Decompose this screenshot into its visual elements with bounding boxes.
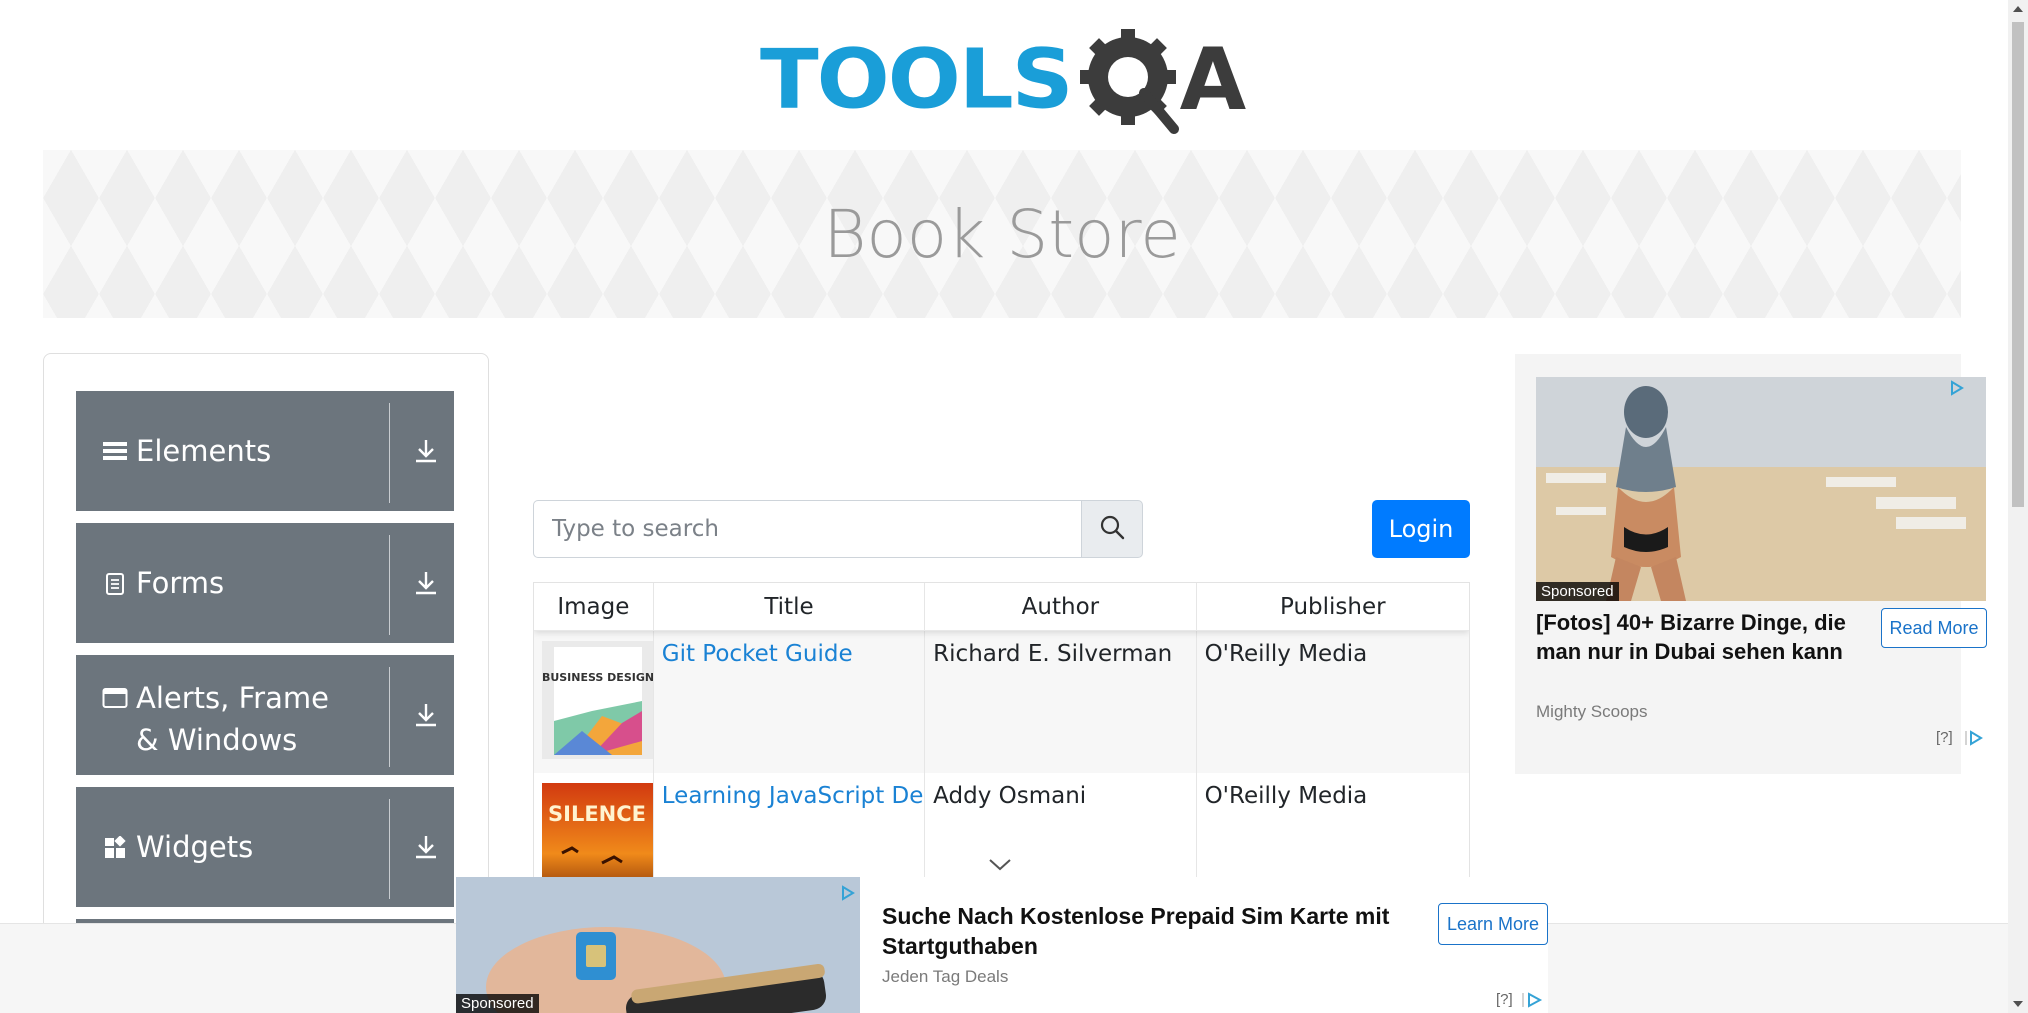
chevron-down-icon[interactable] (988, 858, 1012, 877)
divider (389, 667, 390, 767)
nav-group-label: Alerts, Frame & Windows (136, 681, 329, 757)
table-header: Image Title Author Publisher (534, 583, 1469, 631)
scroll-up-arrow-icon[interactable] (2013, 6, 2023, 12)
nav-group-label: Widgets (136, 830, 254, 864)
page-title: Book Store (823, 195, 1181, 273)
window-icon (102, 687, 128, 709)
sponsored-label: Sponsored (456, 994, 539, 1013)
download-icon[interactable] (401, 787, 451, 907)
download-icon[interactable] (401, 655, 451, 775)
ad-help-link[interactable]: [?] (1936, 729, 1953, 746)
login-button[interactable]: Login (1372, 500, 1470, 558)
read-more-button[interactable]: Read More (1881, 608, 1987, 648)
page-banner: Book Store (43, 150, 1961, 318)
column-header-title[interactable]: Title (654, 583, 926, 630)
adchoices-icon[interactable] (840, 885, 856, 906)
search-icon (1099, 514, 1125, 545)
book-publisher: O'Reilly Media (1204, 641, 1368, 667)
book-image-cell: BUSINESS DESIGN (534, 631, 654, 773)
download-icon[interactable] (401, 391, 451, 511)
book-title-cell: Learning JavaScript Design Patterns (654, 773, 926, 881)
book-author: Richard E. Silverman (925, 631, 1197, 773)
book-cover-image: SILENCE (542, 783, 653, 881)
book-cover-text: BUSINESS DESIGN (542, 671, 653, 684)
column-header-author[interactable]: Author (925, 583, 1197, 630)
ad-headline[interactable]: Suche Nach Kostenlose Prepaid Sim Karte … (882, 901, 1422, 961)
nav-group-alerts-frame-windows[interactable]: Alerts, Frame & Windows (76, 655, 454, 775)
document-icon (102, 572, 128, 596)
ad-source: Jeden Tag Deals (882, 967, 1009, 986)
column-header-image[interactable]: Image (534, 583, 654, 630)
nav-group-forms[interactable]: Forms (76, 523, 454, 643)
ad-image[interactable]: Sponsored (456, 877, 860, 1013)
book-image-cell: SILENCE (534, 773, 654, 881)
adchoices-icon[interactable] (1949, 380, 1965, 401)
logo-text-a: A (1179, 29, 1247, 130)
gear-magnifier-icon (1076, 25, 1186, 135)
widgets-icon (102, 836, 128, 860)
search-box (533, 500, 1143, 558)
table-row: BUSINESS DESIGN Git Pocket Guide Richard… (534, 631, 1469, 773)
nav-group-label: Forms (136, 566, 225, 600)
download-icon[interactable] (401, 523, 451, 643)
logo-text-tools: TOOLS (760, 32, 1074, 127)
learn-more-button[interactable]: Learn More (1438, 903, 1548, 945)
sponsored-label: Sponsored (1536, 582, 1619, 601)
book-publisher: O'Reilly Media (1204, 783, 1368, 809)
scroll-down-arrow-icon[interactable] (2013, 1001, 2023, 1007)
book-cover-image: BUSINESS DESIGN (542, 641, 653, 759)
toolsqa-logo[interactable]: TOOLS A (760, 22, 1260, 137)
search-button[interactable] (1081, 500, 1143, 558)
sponsored-ad-right[interactable]: Sponsored [Fotos] 40+ Bizarre Dinge, die… (1515, 354, 1987, 774)
books-table: Image Title Author Publisher BUSINESS DE… (533, 582, 1470, 882)
left-nav-panel: Elements Forms Alerts, Frame & Windows W… (43, 353, 489, 1013)
divider (389, 799, 390, 899)
book-author: Addy Osmani (925, 773, 1197, 881)
divider (389, 403, 390, 503)
nav-group-widgets[interactable]: Widgets (76, 787, 454, 907)
hamburger-icon (102, 440, 128, 462)
adchoices-icon[interactable] (1965, 730, 1985, 751)
scrollbar-thumb[interactable] (2012, 22, 2024, 507)
adchoices-icon[interactable] (1522, 992, 1544, 1013)
ad-source: Mighty Scoops (1536, 702, 1648, 721)
book-title-link[interactable]: Learning JavaScript Design Patterns (662, 783, 924, 809)
book-title-link[interactable]: Git Pocket Guide (662, 641, 853, 667)
book-cover-text: SILENCE (548, 802, 646, 826)
sponsored-ad-bottom[interactable]: Sponsored Suche Nach Kostenlose Prepaid … (456, 877, 1548, 1013)
search-input[interactable] (533, 500, 1081, 558)
ad-help-link[interactable]: [?] (1496, 991, 1513, 1008)
nav-group-label: Elements (136, 434, 272, 468)
page-scrollbar[interactable] (2008, 0, 2028, 1013)
ad-image[interactable]: Sponsored (1536, 377, 1986, 601)
book-title-cell: Git Pocket Guide (654, 631, 926, 773)
nav-group-elements[interactable]: Elements (76, 391, 454, 511)
column-header-publisher[interactable]: Publisher (1197, 583, 1469, 630)
ad-headline[interactable]: [Fotos] 40+ Bizarre Dinge, die man nur i… (1536, 608, 1871, 666)
divider (389, 535, 390, 635)
